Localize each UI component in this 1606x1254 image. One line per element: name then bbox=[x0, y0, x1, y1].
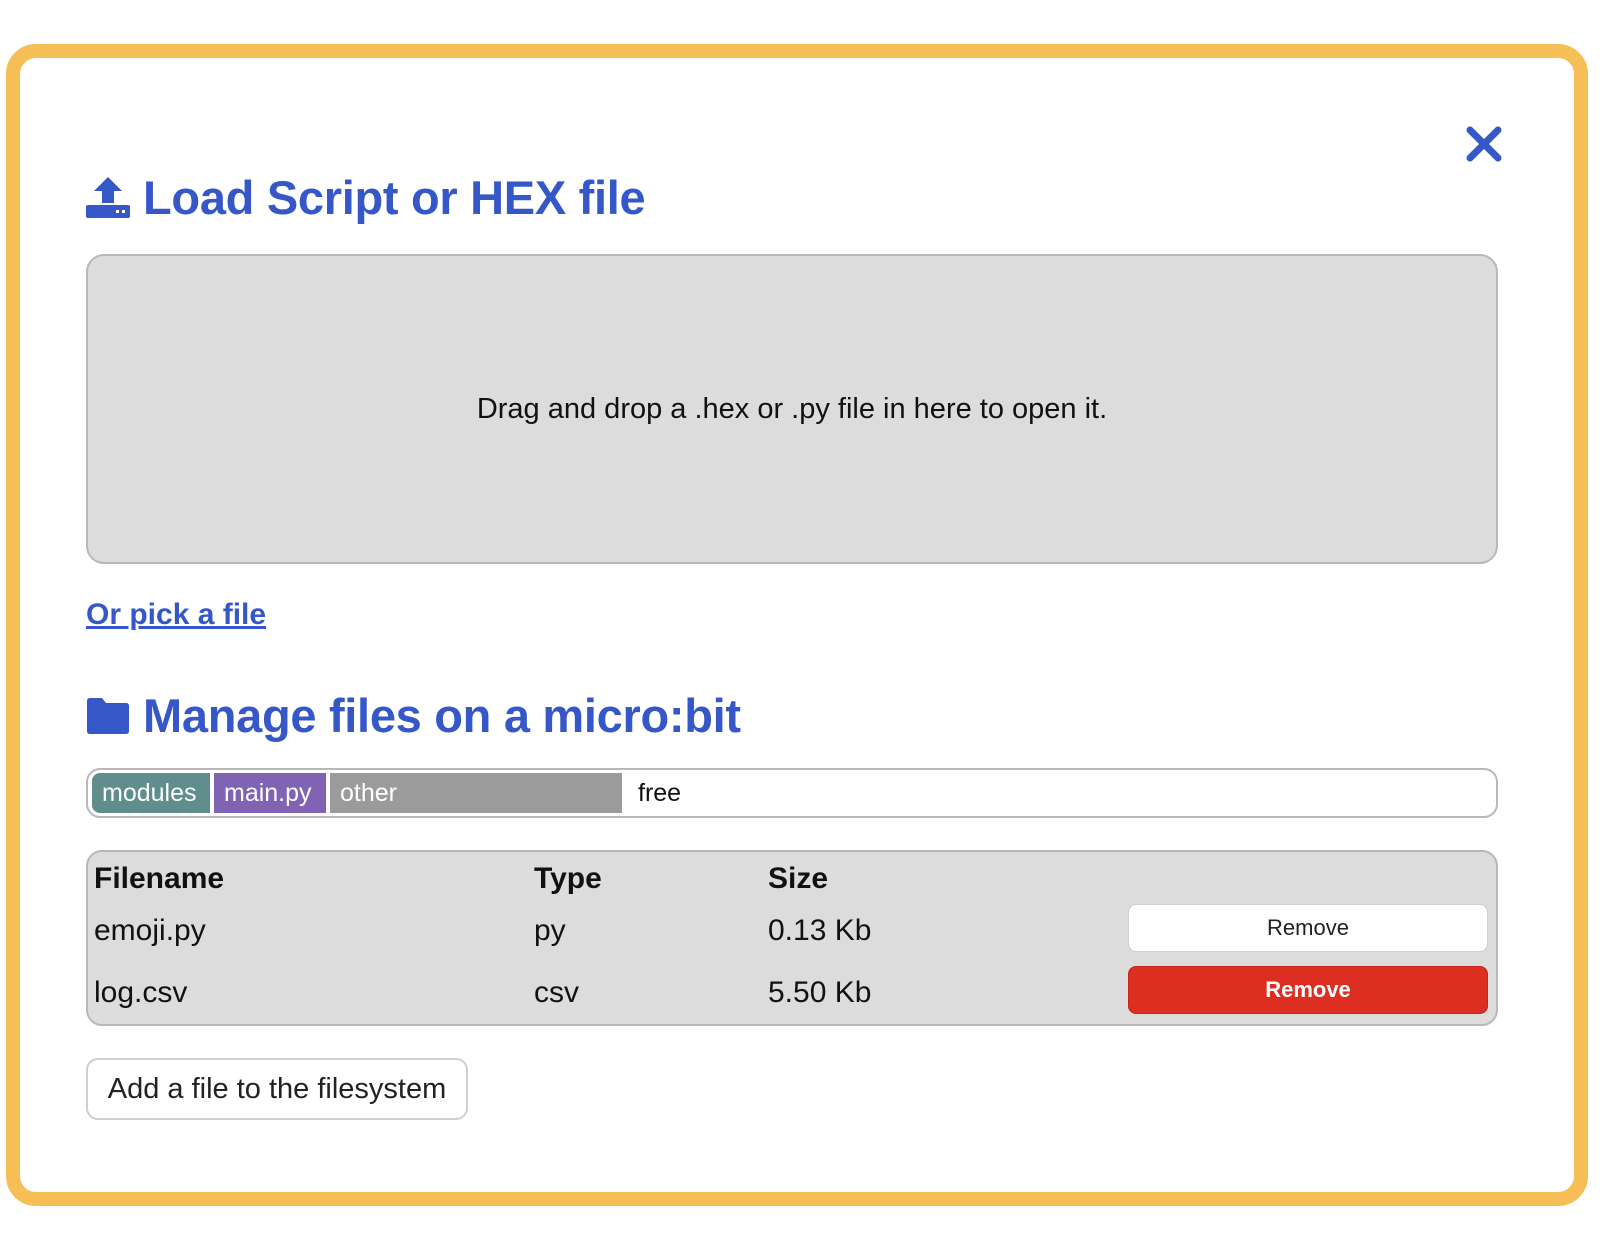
storage-segment-main: main.py bbox=[214, 773, 326, 813]
manage-title: Manage files on a micro:bit bbox=[143, 689, 741, 742]
file-name: emoji.py bbox=[94, 914, 206, 947]
file-size: 0.13 Kb bbox=[768, 914, 872, 947]
drop-zone-text: Drag and drop a .hex or .py file in here… bbox=[476, 392, 1108, 425]
folder-icon bbox=[85, 693, 131, 739]
pick-file-link[interactable]: Or pick a file bbox=[86, 598, 266, 632]
load-dialog: Load Script or HEX file Drag and drop a … bbox=[6, 44, 1588, 1206]
upload-icon bbox=[85, 175, 131, 221]
column-header-filename: Filename bbox=[94, 862, 225, 895]
load-heading: Load Script or HEX file bbox=[85, 170, 646, 225]
close-icon[interactable] bbox=[1464, 124, 1504, 164]
file-type: py bbox=[534, 914, 566, 947]
file-size: 5.50 Kb bbox=[768, 976, 872, 1009]
column-header-type: Type bbox=[534, 862, 602, 895]
load-title: Load Script or HEX file bbox=[143, 171, 646, 224]
drop-zone[interactable]: Drag and drop a .hex or .py file in here… bbox=[86, 254, 1498, 564]
storage-usage-bar: modules main.py other free bbox=[86, 768, 1498, 818]
file-name: log.csv bbox=[94, 976, 188, 1009]
storage-segment-free: free bbox=[638, 778, 682, 807]
remove-button[interactable]: Remove bbox=[1128, 966, 1488, 1014]
file-type: csv bbox=[534, 976, 579, 1009]
manage-heading: Manage files on a micro:bit bbox=[85, 688, 741, 743]
remove-button[interactable]: Remove bbox=[1128, 904, 1488, 952]
column-header-size: Size bbox=[768, 862, 829, 895]
storage-segment-modules: modules bbox=[92, 773, 210, 813]
storage-segment-other: other bbox=[330, 773, 622, 813]
add-file-button[interactable]: Add a file to the filesystem bbox=[86, 1058, 468, 1120]
file-table: Filename Type Size emoji.py py 0.13 Kb R… bbox=[86, 850, 1498, 1026]
